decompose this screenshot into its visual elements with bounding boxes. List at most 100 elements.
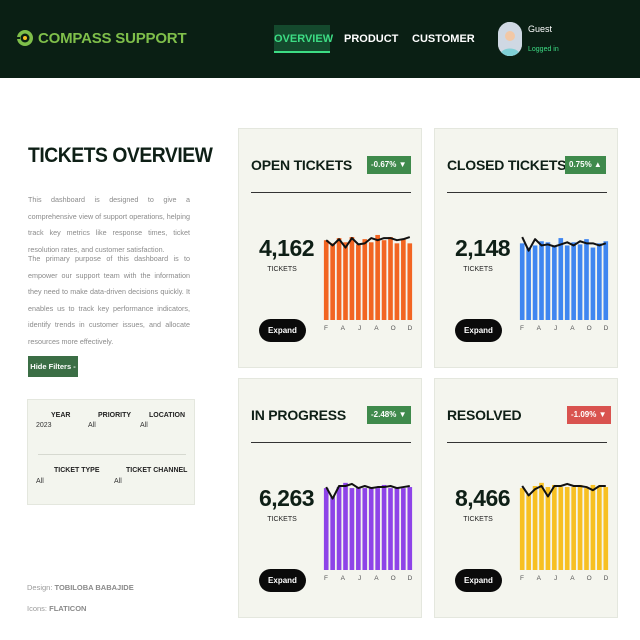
credit-design-name: TOBILOBA BABAJIDE: [54, 583, 134, 592]
mini-trend-chart: FAJAOD: [323, 234, 413, 332]
chart-bar: [532, 245, 538, 320]
month-tick-label: J: [554, 575, 557, 582]
card-title: OPEN TICKETS: [251, 157, 353, 173]
chart-bar: [603, 487, 609, 570]
month-tick-label: J: [554, 325, 557, 332]
credit-icons: Icons: FLATICON: [27, 604, 86, 613]
nav-customer[interactable]: CUSTOMER: [412, 25, 475, 53]
card-closed-tickets: CLOSED TICKETS 0.75% ▲ 2,148 TICKETS Exp…: [434, 128, 618, 368]
filter-priority-select[interactable]: All: [88, 422, 96, 429]
ticket-count-label: TICKETS: [267, 516, 297, 523]
chart-bar: [603, 241, 609, 320]
chart-bar: [407, 243, 413, 320]
chart-bar: [552, 246, 557, 320]
hide-filters-button[interactable]: Hide Filters -: [28, 356, 78, 377]
chart-bar: [394, 243, 400, 320]
card-title: CLOSED TICKETS: [447, 157, 567, 173]
chart-bar: [330, 496, 335, 570]
chart-bar: [590, 484, 596, 570]
month-tick-label: F: [520, 325, 524, 332]
user-name: Guest: [528, 24, 553, 34]
credit-icons-label: Icons:: [27, 604, 48, 613]
month-tick-label: D: [604, 575, 609, 582]
chart-bar: [343, 242, 348, 320]
avatar-person-icon: [498, 22, 522, 56]
chart-bar: [362, 239, 368, 320]
filter-year-select[interactable]: 2023: [36, 422, 52, 429]
chart-bar: [381, 240, 387, 320]
chart-bar: [577, 244, 583, 320]
month-tick-label: A: [374, 575, 379, 582]
chart-bar: [401, 239, 406, 320]
chart-bar: [349, 237, 355, 320]
month-tick-label: F: [324, 575, 328, 582]
description-paragraph-2: The primary purpose of this dashboard is…: [28, 254, 190, 346]
card-resolved: RESOLVED -1.09% ▼ 8,466 TICKETS Expand F…: [434, 378, 618, 618]
chart-bar: [526, 247, 531, 320]
chart-bar: [590, 247, 596, 320]
chart-bar: [394, 487, 400, 570]
filter-ticket-type-select[interactable]: All: [36, 478, 44, 485]
nav-overview[interactable]: OVERVIEW: [274, 25, 333, 53]
month-tick-label: A: [341, 325, 346, 332]
chart-bar: [584, 488, 589, 570]
month-tick-label: O: [391, 575, 396, 582]
expand-button[interactable]: Expand: [259, 319, 306, 342]
filter-ticket-type-label: TICKET TYPE: [54, 467, 100, 474]
expand-button[interactable]: Expand: [455, 319, 502, 342]
ticket-count-label: TICKETS: [267, 266, 297, 273]
chart-bar: [368, 242, 374, 320]
chart-bar: [401, 488, 406, 570]
expand-button[interactable]: Expand: [259, 569, 306, 592]
month-tick-label: A: [341, 575, 346, 582]
nav-product[interactable]: PRODUCT: [344, 25, 398, 53]
ticket-count: 8,466: [455, 485, 511, 511]
chart-bar: [558, 487, 564, 570]
chart-bar: [571, 242, 576, 320]
chart-bar: [388, 488, 393, 570]
chart-bar: [368, 487, 374, 570]
chart-bar: [356, 244, 361, 320]
chart-bar: [545, 487, 551, 570]
card-divider: [251, 192, 411, 193]
month-tick-label: F: [324, 325, 328, 332]
card-divider: [447, 442, 607, 443]
credit-icons-name: FLATICON: [49, 604, 87, 613]
chart-bar: [407, 487, 413, 570]
change-badge: -1.09% ▼: [567, 406, 611, 424]
ticket-count: 4,162: [259, 235, 315, 261]
user-avatar[interactable]: [498, 22, 522, 56]
chart-bar: [323, 240, 329, 320]
card-divider: [447, 192, 607, 193]
chart-bar: [571, 487, 576, 570]
filter-ticket-channel-select[interactable]: All: [114, 478, 122, 485]
ticket-count: 6,263: [259, 485, 315, 511]
chart-bar: [349, 488, 355, 570]
month-tick-label: D: [604, 325, 609, 332]
ticket-count-label: TICKETS: [463, 266, 493, 273]
filter-priority-label: PRIORITY: [98, 412, 132, 419]
month-tick-label: A: [570, 575, 575, 582]
change-badge: -2.48% ▼: [367, 406, 411, 424]
brand-name: COMPASS SUPPORT: [38, 30, 187, 47]
filter-location-select[interactable]: All: [140, 422, 148, 429]
chart-bar: [388, 237, 393, 320]
ticket-count: 2,148: [455, 235, 511, 261]
chart-bar: [597, 243, 602, 320]
month-tick-label: A: [374, 325, 379, 332]
chart-bar: [362, 488, 368, 570]
mini-trend-chart: FAJAOD: [519, 236, 609, 332]
compass-logo-icon: [17, 30, 33, 46]
chart-bar: [375, 234, 380, 320]
chart-bar: [336, 487, 342, 570]
expand-button[interactable]: Expand: [455, 569, 502, 592]
month-tick-label: O: [391, 325, 396, 332]
chart-bar: [597, 487, 602, 570]
chart-bar: [526, 494, 531, 570]
chart-bar: [519, 488, 525, 570]
chart-bar: [539, 482, 544, 570]
card-open-tickets: OPEN TICKETS -0.67% ▼ 4,162 TICKETS Expa…: [238, 128, 422, 368]
chart-bar: [356, 487, 361, 570]
change-badge: 0.75% ▲: [565, 156, 606, 174]
month-tick-label: D: [408, 575, 413, 582]
